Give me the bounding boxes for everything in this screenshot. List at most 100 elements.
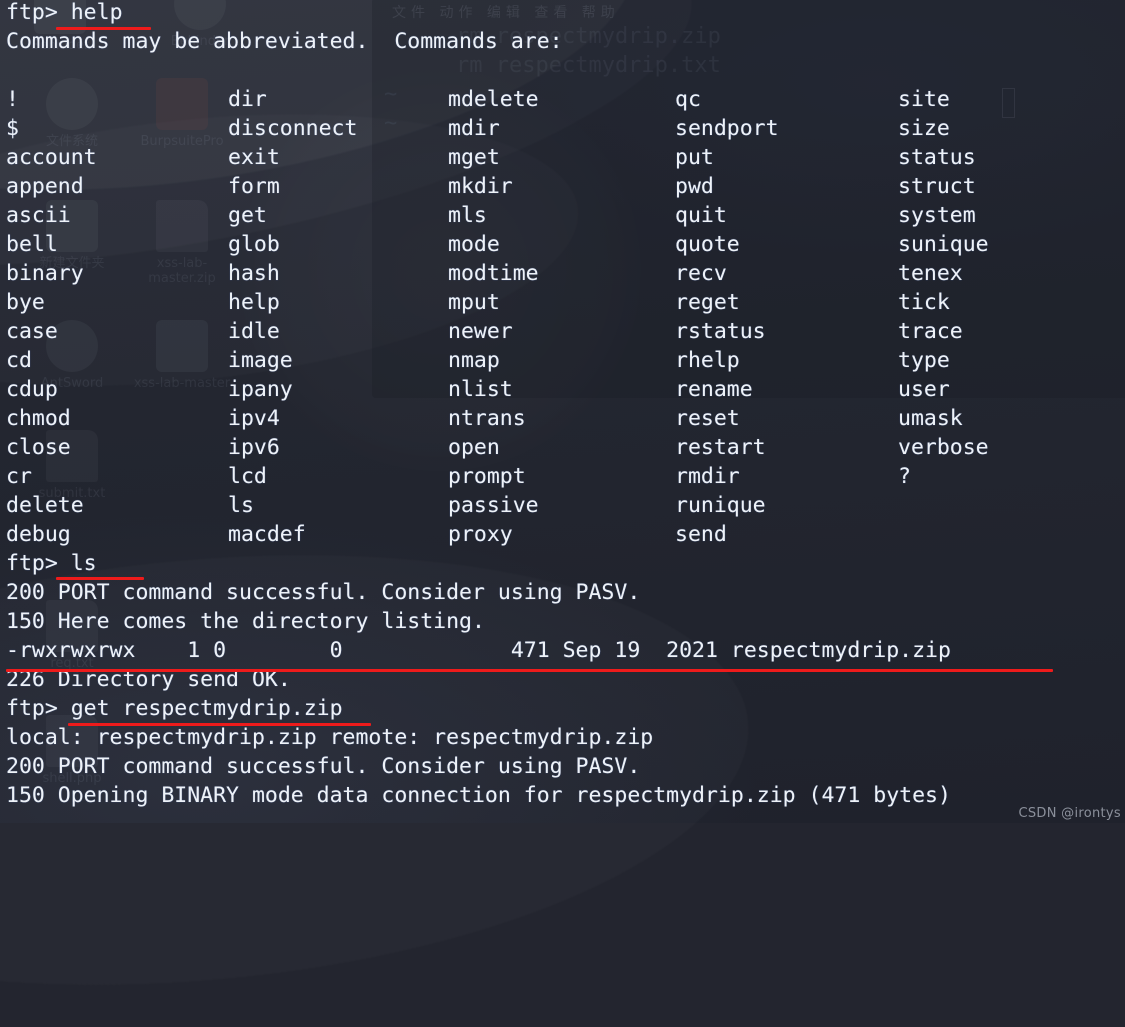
ftp-command-ipany: ipany	[228, 375, 293, 404]
ftp-command-rhelp: rhelp	[675, 346, 740, 375]
ftp-command-: $	[6, 114, 19, 143]
ftp-command-trace: trace	[898, 317, 963, 346]
ftp-prompt-get-line: ftp> get respectmydrip.zip	[6, 694, 343, 723]
ftp-command-exit: exit	[228, 143, 280, 172]
ftp-command-bye: bye	[6, 288, 45, 317]
ftp-command-close: close	[6, 433, 71, 462]
ftp-command-size: size	[898, 114, 950, 143]
ftp-command-macdef: macdef	[228, 520, 306, 549]
ftp-local-remote-line: local: respectmydrip.zip remote: respect…	[6, 723, 653, 752]
ftp-command-recv: recv	[675, 259, 727, 288]
ftp-command-glob: glob	[228, 230, 280, 259]
ftp-command-rename: rename	[675, 375, 753, 404]
annotation-underline-help	[56, 27, 151, 30]
ftp-command-mget: mget	[448, 143, 500, 172]
ftp-command-runique: runique	[675, 491, 766, 520]
ftp-command-image: image	[228, 346, 293, 375]
ftp-command-ipv4: ipv4	[228, 404, 280, 433]
ftp-command-nlist: nlist	[448, 375, 513, 404]
ftp-command-user: user	[898, 375, 950, 404]
ftp-command-form: form	[228, 172, 280, 201]
ftp-command-account: account	[6, 143, 97, 172]
ftp-command-delete: delete	[6, 491, 84, 520]
ftp-command-idle: idle	[228, 317, 280, 346]
ftp-prompt-ls-line: ftp> ls	[6, 549, 97, 578]
ftp-command-sunique: sunique	[898, 230, 989, 259]
ftp-command-mput: mput	[448, 288, 500, 317]
ftp-command-site: site	[898, 85, 950, 114]
ftp-command-: ?	[898, 462, 911, 491]
ftp-command-tick: tick	[898, 288, 950, 317]
ftp-directory-listing-entry: -rwxrwxrwx 1 0 0 471 Sep 19 2021 respect…	[6, 636, 951, 665]
ftp-command-hash: hash	[228, 259, 280, 288]
ftp-command-system: system	[898, 201, 976, 230]
ftp-command-umask: umask	[898, 404, 963, 433]
ftp-command-proxy: proxy	[448, 520, 513, 549]
ftp-prompt: ftp>	[6, 551, 71, 576]
help-header: Commands may be abbreviated. Commands ar…	[6, 27, 563, 56]
ftp-command-disconnect: disconnect	[228, 114, 357, 143]
ftp-command-status: status	[898, 143, 976, 172]
ftp-command-ascii: ascii	[6, 201, 71, 230]
ftp-command-passive: passive	[448, 491, 539, 520]
ftp-command-cdup: cdup	[6, 375, 58, 404]
ftp-command-reget: reget	[675, 288, 740, 317]
ftp-command-cd: cd	[6, 346, 32, 375]
ftp-command-mls: mls	[448, 201, 487, 230]
ftp-command-rmdir: rmdir	[675, 462, 740, 491]
ftp-command-send: send	[675, 520, 727, 549]
ftp-prompt: ftp>	[6, 696, 71, 721]
ftp-command-sendport: sendport	[675, 114, 779, 143]
annotation-underline-get	[68, 723, 371, 726]
ftp-command-modtime: modtime	[448, 259, 539, 288]
ftp-command-dir: dir	[228, 85, 267, 114]
ftp-command-verbose: verbose	[898, 433, 989, 462]
ftp-command-mode: mode	[448, 230, 500, 259]
ftp-command-binary: binary	[6, 259, 84, 288]
ftp-command-bell: bell	[6, 230, 58, 259]
ftp-command-mkdir: mkdir	[448, 172, 513, 201]
ftp-response-150-binary: 150 Opening BINARY mode data connection …	[6, 781, 951, 810]
ftp-command-restart: restart	[675, 433, 766, 462]
ftp-command-put: put	[675, 143, 714, 172]
ftp-command-mdir: mdir	[448, 114, 500, 143]
ftp-command-quote: quote	[675, 230, 740, 259]
ftp-command-quit: quit	[675, 201, 727, 230]
annotation-underline-listing	[6, 669, 1053, 672]
ftp-command-: !	[6, 85, 19, 114]
ftp-response-200-port: 200 PORT command successful. Consider us…	[6, 578, 640, 607]
ftp-response-200-port-2: 200 PORT command successful. Consider us…	[6, 752, 640, 781]
ftp-response-150-listing: 150 Here comes the directory listing.	[6, 607, 485, 636]
ftp-prompt: ftp>	[6, 0, 71, 25]
ftp-command-get: get respectmydrip.zip	[71, 696, 343, 721]
annotation-underline-ls	[56, 577, 144, 580]
ftp-command-lcd: lcd	[228, 462, 267, 491]
watermark: CSDN @irontys	[1018, 806, 1121, 821]
ftp-command-struct: struct	[898, 172, 976, 201]
ftp-command-mdelete: mdelete	[448, 85, 539, 114]
ftp-command-get: get	[228, 201, 267, 230]
ftp-command-pwd: pwd	[675, 172, 714, 201]
ftp-command-ipv6: ipv6	[228, 433, 280, 462]
ftp-command-debug: debug	[6, 520, 71, 549]
ftp-command-tenex: tenex	[898, 259, 963, 288]
ftp-command-ntrans: ntrans	[448, 404, 526, 433]
ftp-terminal-output[interactable]: ftp> help Commands may be abbreviated. C…	[0, 0, 1125, 823]
ftp-command-qc: qc	[675, 85, 701, 114]
ftp-command-rstatus: rstatus	[675, 317, 766, 346]
ftp-command-reset: reset	[675, 404, 740, 433]
ftp-prompt-help-line: ftp> help	[6, 0, 123, 27]
ftp-command-help: help	[71, 0, 123, 25]
ftp-command-prompt: prompt	[448, 462, 526, 491]
ftp-command-type: type	[898, 346, 950, 375]
ftp-command-chmod: chmod	[6, 404, 71, 433]
ftp-command-newer: newer	[448, 317, 513, 346]
ftp-command-ls: ls	[228, 491, 254, 520]
ftp-command-nmap: nmap	[448, 346, 500, 375]
ftp-command-ls: ls	[71, 551, 97, 576]
ftp-command-open: open	[448, 433, 500, 462]
ftp-command-cr: cr	[6, 462, 32, 491]
ftp-command-help: help	[228, 288, 280, 317]
ftp-command-case: case	[6, 317, 58, 346]
ftp-command-append: append	[6, 172, 84, 201]
